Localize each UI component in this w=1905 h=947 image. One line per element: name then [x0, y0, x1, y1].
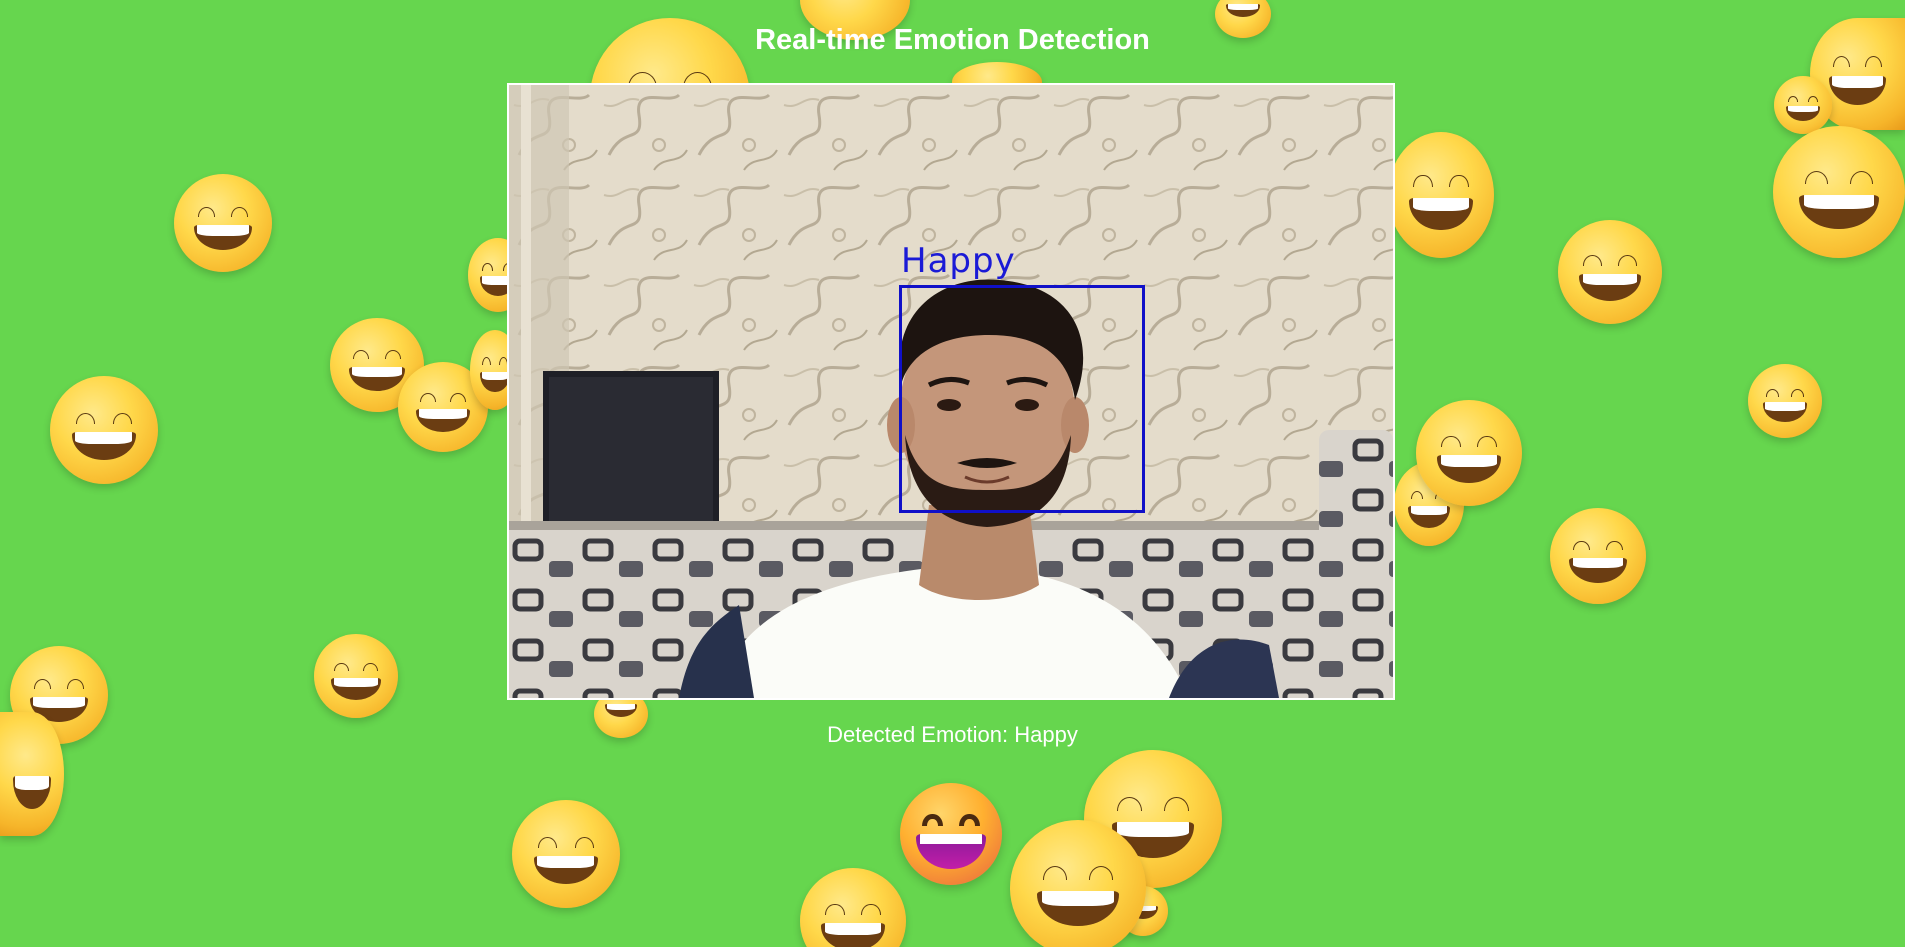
floating-emoji-icon: [1558, 220, 1662, 324]
detection-label: Happy: [901, 241, 1016, 281]
floating-emoji-icon: [1388, 132, 1494, 258]
webcam-video-feed: Happy: [507, 83, 1395, 700]
detected-emotion-text: Detected Emotion: Happy: [827, 722, 1078, 747]
floating-emoji-icon: [50, 376, 158, 484]
floating-emoji-icon: [1748, 364, 1822, 438]
floating-emoji-icon: [512, 800, 620, 908]
grinning-face-icon: [900, 783, 1002, 885]
floating-emoji-icon: [174, 174, 272, 272]
floating-emoji-icon: [800, 868, 906, 947]
face-bounding-box: [899, 285, 1145, 513]
floating-emoji-icon: [314, 634, 398, 718]
floating-emoji-icon: [1416, 400, 1522, 506]
page-title: Real-time Emotion Detection: [755, 24, 1150, 56]
floating-emoji-icon: [1774, 76, 1832, 134]
app-stage: Real-time Emotion Detection Happy Detect…: [0, 0, 1905, 947]
floating-emoji-icon: [1550, 508, 1646, 604]
floating-emoji-icon: [1010, 820, 1146, 947]
floating-emoji-icon: [1773, 126, 1905, 258]
